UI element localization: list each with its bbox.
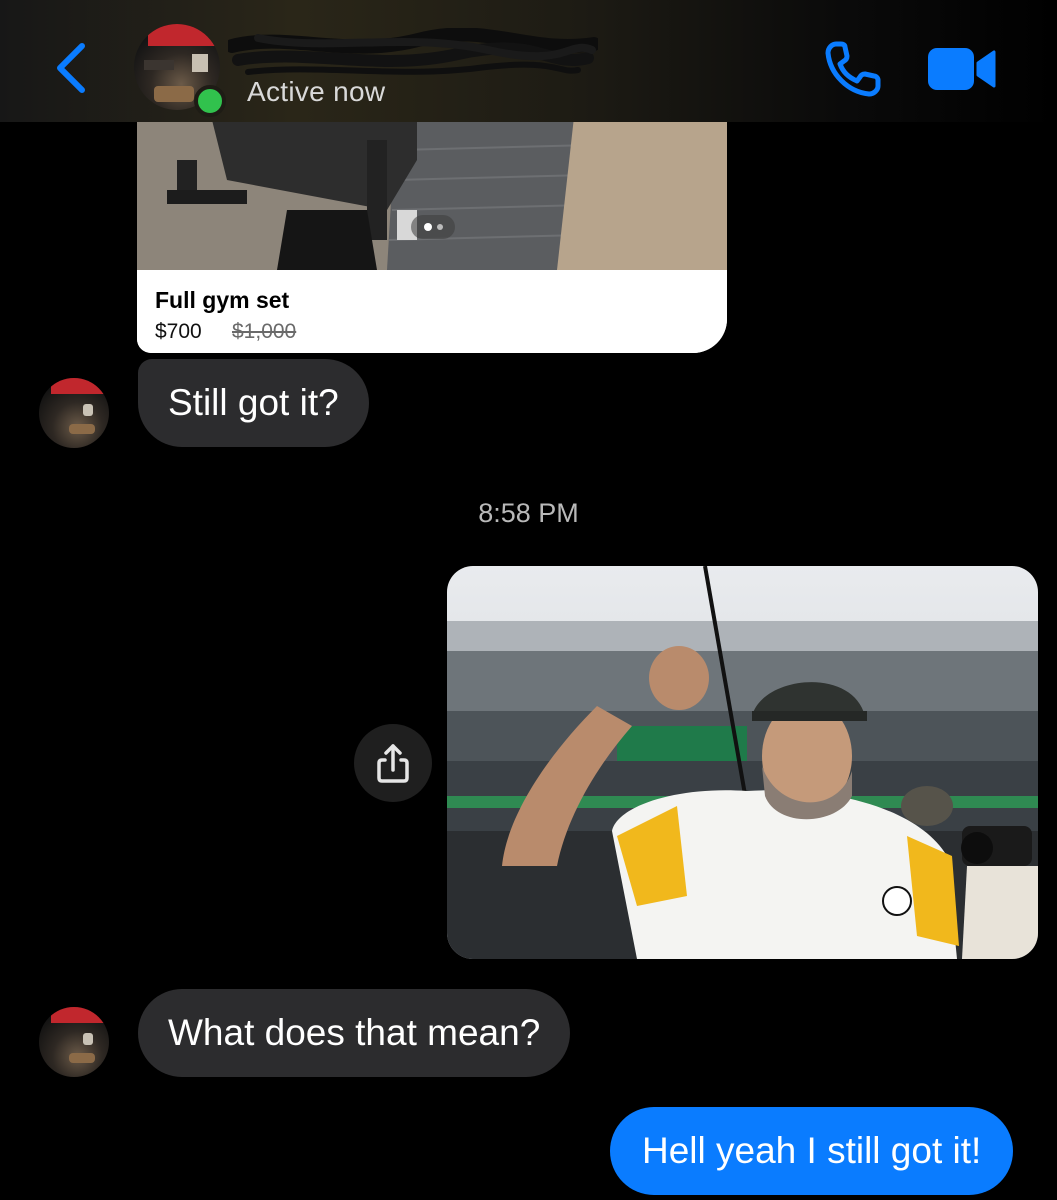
listing-title: Full gym set [155,287,290,313]
sent-photo[interactable] [447,566,1038,959]
share-icon [377,744,409,783]
photo-pagination-dots [411,215,455,239]
active-status-text: Active now [247,76,386,107]
contact-avatar-small[interactable] [39,1007,109,1077]
conversation-header: Active now [0,0,1057,122]
chevron-left-icon [57,43,85,93]
online-status-dot [194,85,226,117]
incoming-message[interactable]: What does that mean? [138,989,571,1077]
audio-call-button[interactable] [822,40,884,100]
share-button[interactable] [354,724,432,802]
contact-avatar-small[interactable] [39,378,109,448]
redacted-contact-name [228,28,598,75]
phone-icon [825,41,881,97]
video-camera-icon [928,48,996,90]
back-button[interactable] [52,40,92,96]
incoming-message[interactable]: Still got it? [138,359,369,447]
listing-original-price: $1,000 [232,320,297,343]
message-timestamp: 8:58 PM [478,498,579,528]
listing-info: Full gym set $700 $1,000 [137,270,727,353]
video-call-button[interactable] [924,44,998,94]
outgoing-message[interactable]: Hell yeah I still got it! [610,1107,1014,1195]
listing-price: $700 [155,320,202,343]
